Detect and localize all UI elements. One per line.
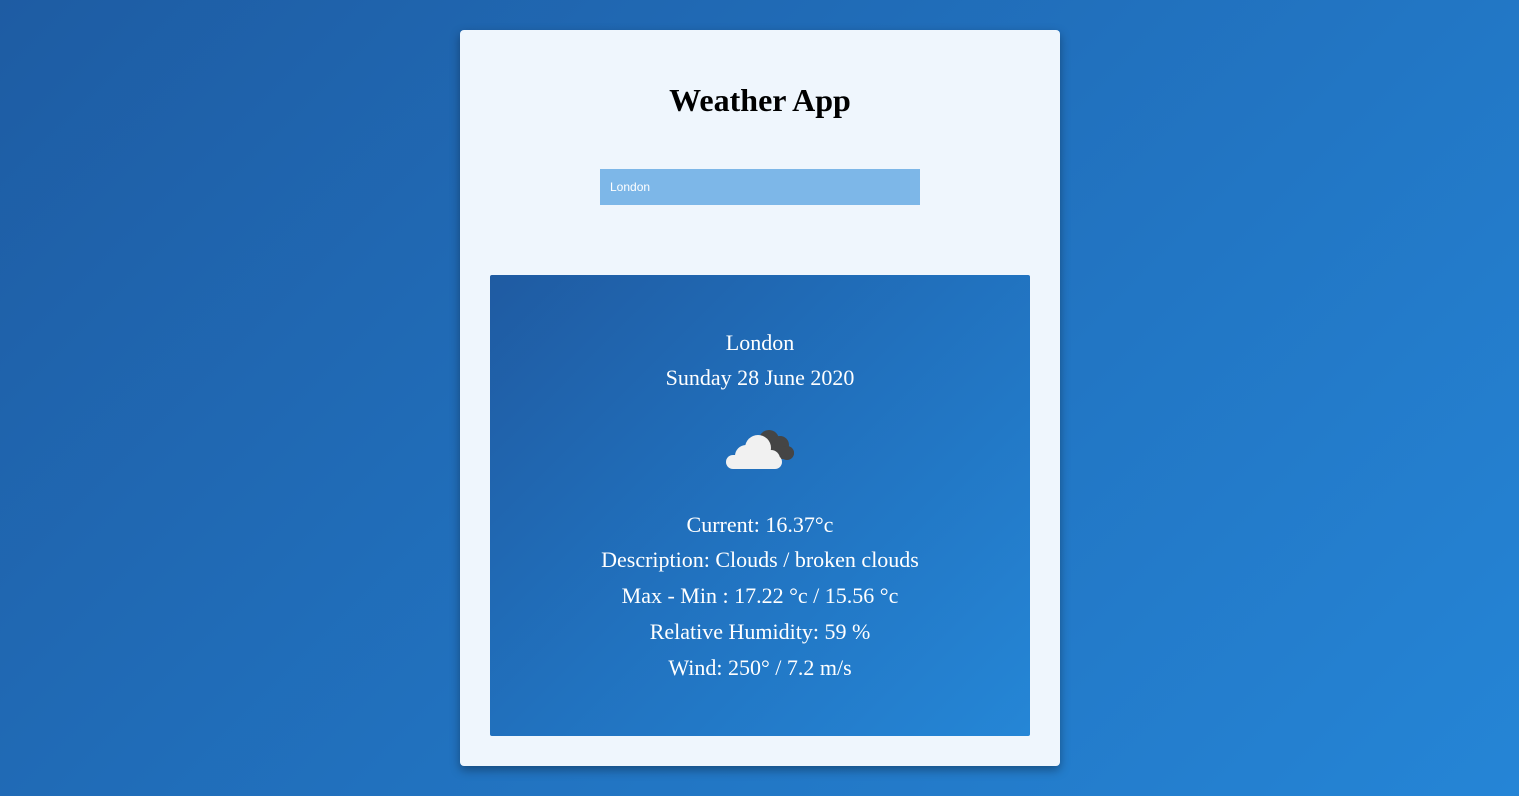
relative-humidity: Relative Humidity: 59 % bbox=[649, 619, 871, 644]
city-name: London bbox=[725, 330, 795, 355]
max-min-temperature: Max - Min : 17.22 °c / 15.56 °c bbox=[621, 583, 899, 608]
weather-result-panel: London Sunday 28 June 2020 Current: 16.3… bbox=[490, 275, 1030, 736]
wind-info: Wind: 250° / 7.2 m/s bbox=[668, 655, 852, 680]
weather-date: Sunday 28 June 2020 bbox=[665, 365, 855, 390]
weather-app-card: Weather App London Sunday 28 June 2020 C… bbox=[460, 30, 1060, 766]
current-temperature: Current: 16.37°c bbox=[686, 512, 834, 537]
app-title: Weather App bbox=[669, 82, 851, 118]
broken-clouds-icon bbox=[726, 430, 794, 469]
city-search-input[interactable] bbox=[600, 169, 920, 205]
weather-description: Description: Clouds / broken clouds bbox=[601, 547, 919, 572]
